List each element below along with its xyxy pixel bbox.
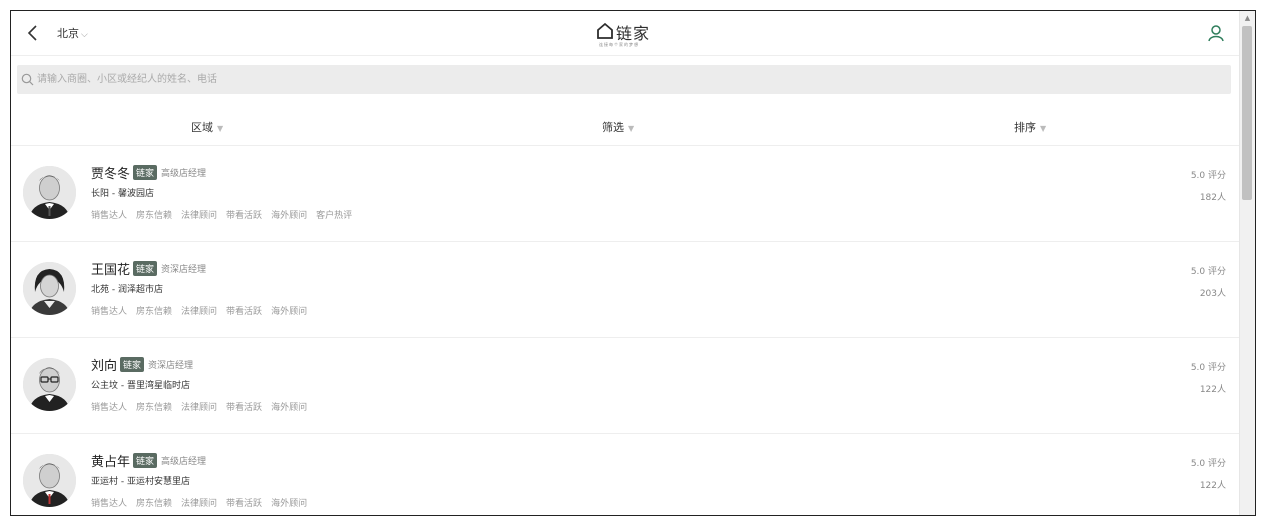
brand-badge: 链家	[133, 261, 158, 276]
agent-title: 高级店经理	[161, 169, 207, 179]
tag: 法律顾问	[181, 211, 218, 221]
agent-row[interactable]: 黄占年 链家 高级店经理 亚运村 - 亚运村安慧里店 销售达人 房东信赖 法律顾问 带看活…	[11, 434, 1240, 515]
agent-name: 刘向	[91, 359, 118, 374]
scroll-thumb[interactable]	[1242, 26, 1252, 200]
agent-count: 122人	[1199, 481, 1226, 491]
logo-subtitle: 连接每个家的梦想	[599, 42, 639, 47]
search-input[interactable]	[37, 69, 1217, 89]
agent-store: 长阳 - 馨波园店	[91, 189, 154, 199]
lianjia-logo: 链家 连接每个家的梦想	[596, 19, 656, 49]
agent-title: 高级店经理	[161, 457, 207, 467]
tag: 房东信赖	[136, 307, 173, 317]
tag: 销售达人	[91, 499, 128, 509]
filter-tab-filter[interactable]: 筛选 ▼	[602, 119, 634, 135]
agent-count: 182人	[1199, 193, 1226, 203]
filter-tab-label: 区域	[191, 121, 213, 134]
agent-tags: 销售达人 房东信赖 法律顾问 带看活跃 海外顾问	[91, 299, 316, 318]
agent-rating: 5.0 评分	[1190, 171, 1226, 181]
agent-row[interactable]: 刘向 链家 资深店经理 公主坟 - 晋里湾星临时店 销售达人 房东信赖 法律顾问 带看活跃…	[11, 338, 1240, 434]
agent-title: 资深店经理	[148, 361, 194, 371]
agent-rating: 5.0 评分	[1190, 363, 1226, 373]
agent-store: 北苑 - 润泽超市店	[91, 285, 163, 295]
agent-count: 203人	[1199, 289, 1226, 299]
user-icon	[1208, 25, 1224, 42]
agent-count: 122人	[1199, 385, 1226, 395]
top-bar: 北京 ⌵ 链家 连接每个家的梦想	[11, 11, 1240, 56]
user-button[interactable]	[1206, 23, 1226, 43]
tag: 客户热评	[316, 211, 353, 221]
agent-rating: 5.0 评分	[1190, 459, 1226, 469]
agent-row[interactable]: 贾冬冬 链家 高级店经理 长阳 - 馨波园店 销售达人 房东信赖 法律顾问 带看活跃 海外顾…	[11, 146, 1240, 242]
tag: 海外顾问	[271, 307, 308, 317]
filter-tab-label: 筛选	[602, 121, 624, 134]
logo-text: 链家	[616, 24, 651, 43]
tag: 海外顾问	[271, 499, 308, 509]
caret-down-icon: ▼	[217, 123, 224, 133]
agent-name: 王国花	[91, 263, 131, 278]
avatar	[23, 358, 76, 411]
search-bar[interactable]	[17, 65, 1231, 94]
agent-name: 黄占年	[91, 455, 131, 470]
tag: 带看活跃	[226, 307, 263, 317]
tag: 房东信赖	[136, 403, 173, 413]
tag: 带看活跃	[226, 211, 263, 221]
tag: 房东信赖	[136, 211, 173, 221]
brand-badge: 链家	[133, 165, 158, 180]
tag: 销售达人	[91, 307, 128, 317]
tag: 带看活跃	[226, 499, 263, 509]
tag: 法律顾问	[181, 499, 218, 509]
agent-tags: 销售达人 房东信赖 法律顾问 带看活跃 海外顾问	[91, 491, 316, 510]
brand-badge: 链家	[133, 453, 158, 468]
agent-rating: 5.0 评分	[1190, 267, 1226, 277]
tag: 房东信赖	[136, 499, 173, 509]
tag: 销售达人	[91, 403, 128, 413]
agent-store: 公主坟 - 晋里湾星临时店	[91, 381, 190, 391]
filter-tab-label: 排序	[1014, 121, 1036, 134]
agent-tags: 销售达人 房东信赖 法律顾问 带看活跃 海外顾问 客户热评	[91, 203, 361, 222]
avatar	[23, 454, 76, 507]
avatar	[23, 262, 76, 315]
agent-row[interactable]: 王国花 链家 资深店经理 北苑 - 润泽超市店 销售达人 房东信赖 法律顾问 带看活跃 海外…	[11, 242, 1240, 338]
filter-tab-area[interactable]: 区域 ▼	[191, 119, 223, 135]
filter-bar: 区域 ▼ 筛选 ▼ 排序 ▼	[11, 109, 1240, 146]
agent-store: 亚运村 - 亚运村安慧里店	[91, 477, 190, 487]
agent-name: 贾冬冬	[91, 167, 131, 182]
city-label: 北京	[57, 27, 79, 40]
tag: 法律顾问	[181, 307, 218, 317]
brand-badge: 链家	[120, 357, 145, 372]
app-frame: 北京 ⌵ 链家 连接每个家的梦想 请输入商圈、小区或经纪人的姓名、电话 区域 ▼…	[10, 10, 1256, 516]
caret-down-icon: ▼	[628, 123, 635, 133]
search-icon	[21, 73, 34, 86]
vertical-scrollbar[interactable]: ▲	[1239, 11, 1255, 515]
avatar	[23, 166, 76, 219]
tag: 法律顾问	[181, 403, 218, 413]
tag: 海外顾问	[271, 211, 308, 221]
scroll-up-arrow-icon[interactable]: ▲	[1240, 11, 1255, 25]
caret-down-icon: ▼	[1040, 123, 1047, 133]
agent-title: 资深店经理	[161, 265, 207, 275]
chevron-down-icon: ⌵	[81, 30, 88, 40]
chevron-left-icon	[27, 25, 37, 41]
back-button[interactable]	[23, 23, 43, 43]
tag: 海外顾问	[271, 403, 308, 413]
filter-tab-sort[interactable]: 排序 ▼	[1014, 119, 1046, 135]
house-icon	[597, 22, 613, 39]
agent-list: 贾冬冬 链家 高级店经理 长阳 - 馨波园店 销售达人 房东信赖 法律顾问 带看活跃 海外顾…	[11, 146, 1240, 515]
page-content: 北京 ⌵ 链家 连接每个家的梦想 请输入商圈、小区或经纪人的姓名、电话 区域 ▼…	[11, 11, 1240, 515]
tag: 销售达人	[91, 211, 128, 221]
agent-tags: 销售达人 房东信赖 法律顾问 带看活跃 海外顾问	[91, 395, 316, 414]
tag: 带看活跃	[226, 403, 263, 413]
city-selector[interactable]: 北京 ⌵	[57, 25, 88, 41]
